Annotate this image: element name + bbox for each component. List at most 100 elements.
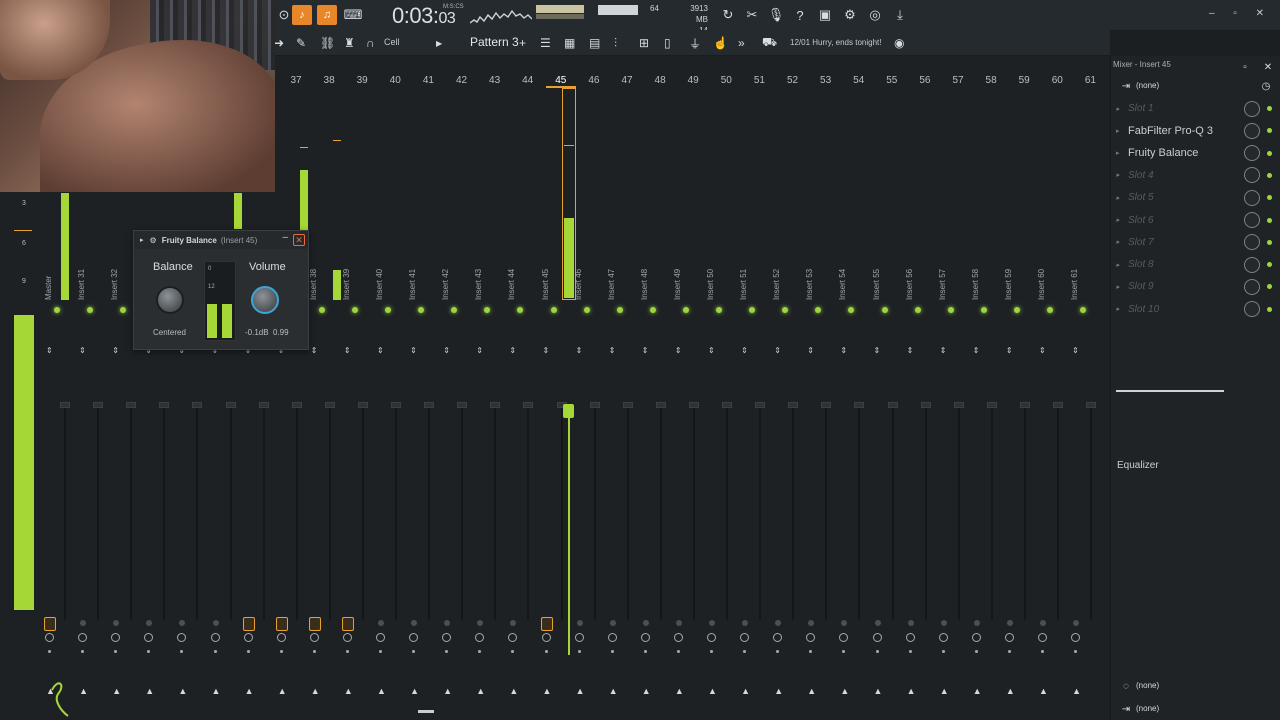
send-arrow-icon[interactable]: ▲ <box>178 686 187 696</box>
pan-control[interactable]: ⇕ <box>741 346 748 355</box>
strip-fader[interactable] <box>126 402 137 408</box>
pan-control[interactable]: ⇕ <box>675 346 682 355</box>
pan-control[interactable]: ⇕ <box>46 346 53 355</box>
piano-roll-icon[interactable]: ▦ <box>564 34 575 52</box>
strip-enable-led[interactable] <box>980 307 987 313</box>
balance-knob[interactable] <box>156 286 184 314</box>
track-number[interactable]: 37 <box>281 75 311 86</box>
route-button[interactable] <box>907 620 914 626</box>
mix-level-knob[interactable] <box>1244 167 1260 184</box>
slot-enable-led[interactable] <box>1267 150 1272 156</box>
track-number[interactable]: 49 <box>678 75 708 86</box>
stereo-separation-knob[interactable] <box>376 633 385 642</box>
strip-fader[interactable] <box>457 402 468 408</box>
send-arrow-icon[interactable]: ▲ <box>840 686 849 696</box>
play-small-icon[interactable]: ▶ <box>436 34 442 52</box>
mix-level-knob[interactable] <box>1244 145 1260 162</box>
route-button[interactable] <box>576 620 583 626</box>
stereo-separation-knob[interactable] <box>905 633 915 642</box>
channel-rack-icon[interactable]: ▤ <box>589 34 600 52</box>
strip-enable-led[interactable] <box>351 307 358 313</box>
chevron-right-icon[interactable]: ▸ <box>1116 171 1126 179</box>
strip-fader[interactable] <box>755 402 766 408</box>
pan-control[interactable]: ⇕ <box>708 346 715 355</box>
output-icon[interactable]: ◌ <box>1116 676 1136 696</box>
slot-enable-led[interactable] <box>1267 195 1272 201</box>
send-arrow-icon[interactable]: ▲ <box>874 686 883 696</box>
send-arrow-icon[interactable]: ▲ <box>410 686 419 696</box>
slot-enable-led[interactable] <box>1267 106 1272 111</box>
track-number[interactable]: 53 <box>811 75 841 86</box>
route-button[interactable] <box>675 620 682 626</box>
globe-icon[interactable]: ◉ <box>894 34 904 52</box>
track-number[interactable]: 56 <box>910 75 940 86</box>
strip-enable-led[interactable] <box>318 307 325 313</box>
track-number[interactable]: 55 <box>877 75 907 86</box>
slot-enable-led[interactable] <box>1267 217 1272 223</box>
strip-fader[interactable] <box>887 402 898 408</box>
stereo-separation-knob[interactable] <box>276 633 286 642</box>
pan-control[interactable]: ⇕ <box>443 346 450 355</box>
effect-slot[interactable]: ▸ Slot 1 <box>1116 98 1276 119</box>
track-number[interactable]: 48 <box>645 75 675 86</box>
strip-fader[interactable] <box>821 402 832 408</box>
send-arrow-icon[interactable]: ▲ <box>79 686 88 696</box>
strip-fader[interactable] <box>1053 402 1063 408</box>
send-arrow-icon[interactable]: ▲ <box>1039 686 1048 696</box>
pattern-selector[interactable]: Pattern 3 <box>470 35 519 49</box>
route-button[interactable] <box>1040 620 1046 626</box>
strip-enable-led[interactable] <box>1047 307 1053 313</box>
pan-control[interactable]: ⇕ <box>874 346 881 355</box>
track-number[interactable]: 40 <box>380 75 410 86</box>
plug-icon[interactable]: ⏚ <box>689 34 701 52</box>
route-button[interactable] <box>609 620 616 626</box>
strip-fader[interactable] <box>357 402 368 408</box>
strip-enable-led[interactable] <box>914 307 921 313</box>
route-button[interactable] <box>874 620 881 626</box>
slot-enable-led[interactable] <box>1267 239 1272 245</box>
track-number[interactable]: 51 <box>744 75 774 86</box>
strip-fader[interactable] <box>192 402 203 408</box>
brush-icon[interactable]: ✎ <box>296 34 306 52</box>
track-number[interactable]: 50 <box>711 75 741 86</box>
chat-icon[interactable]: ◎ <box>865 5 885 25</box>
playlist-icon[interactable]: ☰ <box>540 34 551 52</box>
strip-fader[interactable] <box>953 402 964 408</box>
horizontal-scrollbar[interactable] <box>418 710 434 713</box>
strip-enable-led[interactable] <box>1013 307 1020 313</box>
send-arrow-icon[interactable]: ▲ <box>609 686 618 696</box>
strip-fader[interactable] <box>1086 402 1097 408</box>
magnet-icon[interactable]: ∩ <box>366 34 375 52</box>
pan-control[interactable]: ⇕ <box>476 346 483 355</box>
strip-enable-led[interactable] <box>881 307 888 313</box>
route-button[interactable] <box>212 620 219 626</box>
output-select-2[interactable]: (none) <box>1136 704 1159 713</box>
window-controls[interactable]: ‒ ▫ ✕ <box>1209 8 1272 19</box>
pan-control[interactable]: ⇕ <box>840 346 847 355</box>
route-button[interactable] <box>341 617 354 631</box>
mix-level-knob[interactable] <box>1244 212 1260 228</box>
undo-history-icon[interactable]: ↻ <box>718 5 738 25</box>
clock-icon[interactable]: ◷ <box>1256 76 1276 96</box>
pan-control[interactable]: ⇕ <box>377 346 384 355</box>
strip-fader[interactable] <box>622 402 633 408</box>
send-arrow-icon[interactable]: ▲ <box>774 686 783 696</box>
mix-level-knob[interactable] <box>1244 100 1260 117</box>
minimize-icon[interactable]: ‒ <box>282 232 288 243</box>
slot-enable-led[interactable] <box>1267 262 1272 268</box>
pan-control[interactable]: ⇕ <box>344 346 351 355</box>
track-number[interactable]: 52 <box>778 75 808 86</box>
chevron-right-icon[interactable]: ▸ <box>1116 105 1126 113</box>
mic-icon[interactable]: 🎙 <box>766 5 786 25</box>
strip-fader[interactable] <box>424 402 435 408</box>
track-number[interactable]: 42 <box>447 75 477 86</box>
strip-enable-led[interactable] <box>716 307 722 313</box>
strip-enable-led[interactable] <box>947 307 954 313</box>
strip-fader[interactable] <box>291 402 302 408</box>
record-icon[interactable]: ⊙ <box>274 5 294 25</box>
pan-control[interactable]: ⇕ <box>1072 346 1079 355</box>
pan-control[interactable]: ⇕ <box>642 346 649 355</box>
pan-control[interactable]: ⇕ <box>311 346 318 355</box>
arrow-right-icon[interactable]: ➜ <box>274 34 284 52</box>
chevron-right-icon[interactable]: ▸ <box>1116 216 1126 224</box>
